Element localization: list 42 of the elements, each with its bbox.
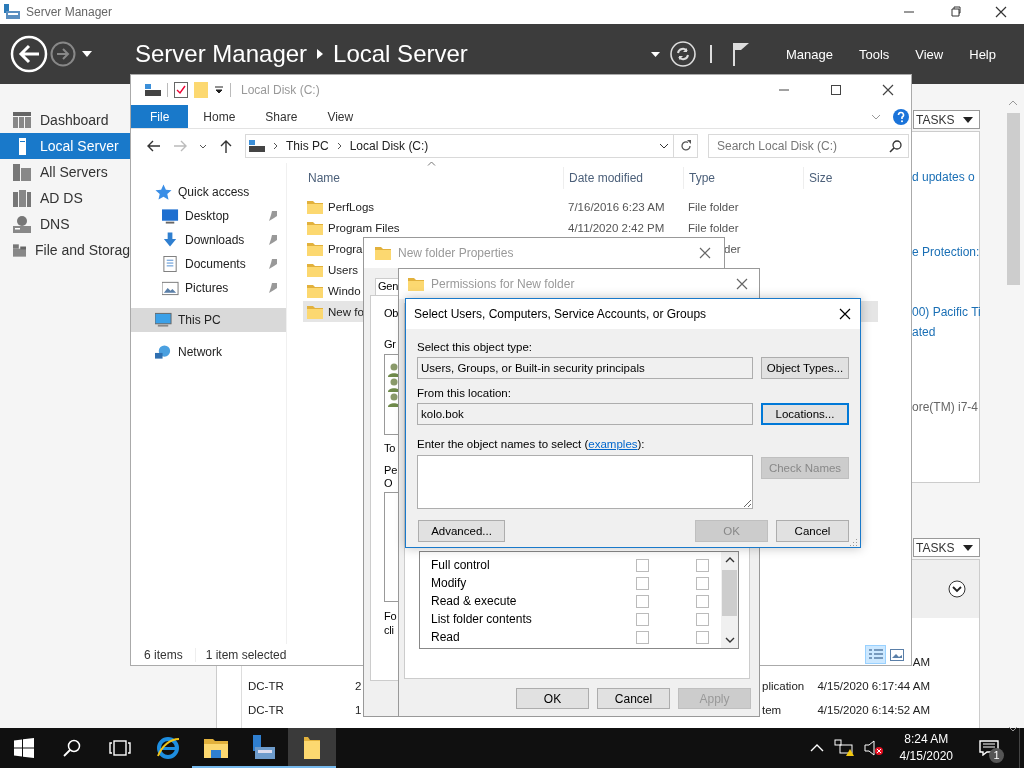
table-cell: AM xyxy=(912,656,930,668)
window-title: Local Disk (C:) xyxy=(241,83,320,97)
permission-name: Full control xyxy=(431,558,491,572)
file-name: Program Files xyxy=(328,221,400,234)
table-cell: DC-TR xyxy=(248,680,284,692)
field-label: To xyxy=(384,441,396,455)
status-text: 1 item selected xyxy=(194,647,287,662)
table-cell: DC-TR xyxy=(248,704,284,716)
file-type: File folder xyxy=(688,200,739,213)
file-type: der xyxy=(724,242,741,255)
notification-count: 1 xyxy=(989,748,1004,763)
permission-name: Read & execute xyxy=(431,594,518,608)
file-name: Users xyxy=(328,263,359,276)
table-cell: 2 xyxy=(355,680,362,692)
table-cell: plication xyxy=(762,680,805,692)
file-name: New fo xyxy=(328,305,364,318)
table-cell: 4/15/2020 6:17:44 AM xyxy=(817,680,930,692)
file-name: Windo xyxy=(328,284,361,297)
field-label: Select this object type: xyxy=(417,340,534,355)
field-label: Enter the object names to select (examples): xyxy=(417,437,646,452)
dialog-title: Select Users, Computers, Service Accounts, or Groups xyxy=(414,307,707,321)
file-date: 7/16/2016 6:23 AM xyxy=(568,200,665,213)
window-title: Server Manager xyxy=(26,5,113,19)
property-value: ore(TM) i7-4 xyxy=(912,400,978,415)
permission-name: Modify xyxy=(431,576,468,590)
field-label: From this location: xyxy=(417,386,512,401)
file-type: File folder xyxy=(688,221,739,234)
file-date: 4/11/2020 2:42 PM xyxy=(568,221,665,234)
window-title: Permissions for New folder xyxy=(431,277,575,291)
window-title: New folder Properties xyxy=(398,246,514,260)
table-cell: 4/15/2020 6:14:52 AM xyxy=(817,704,930,716)
file-name: PerfLogs xyxy=(328,200,375,213)
permission-name: Read xyxy=(431,630,461,644)
field-label: Gr xyxy=(384,337,396,351)
table-cell: tem xyxy=(762,704,782,716)
hint-text: Fo cli xyxy=(384,609,397,637)
status-text: 6 items xyxy=(144,647,183,662)
field-label: Pe O xyxy=(384,464,398,490)
field-label: Ob xyxy=(384,306,399,320)
table-cell: 1 xyxy=(355,704,362,716)
file-name: Progra xyxy=(328,242,363,255)
permission-name: List folder contents xyxy=(431,612,533,626)
